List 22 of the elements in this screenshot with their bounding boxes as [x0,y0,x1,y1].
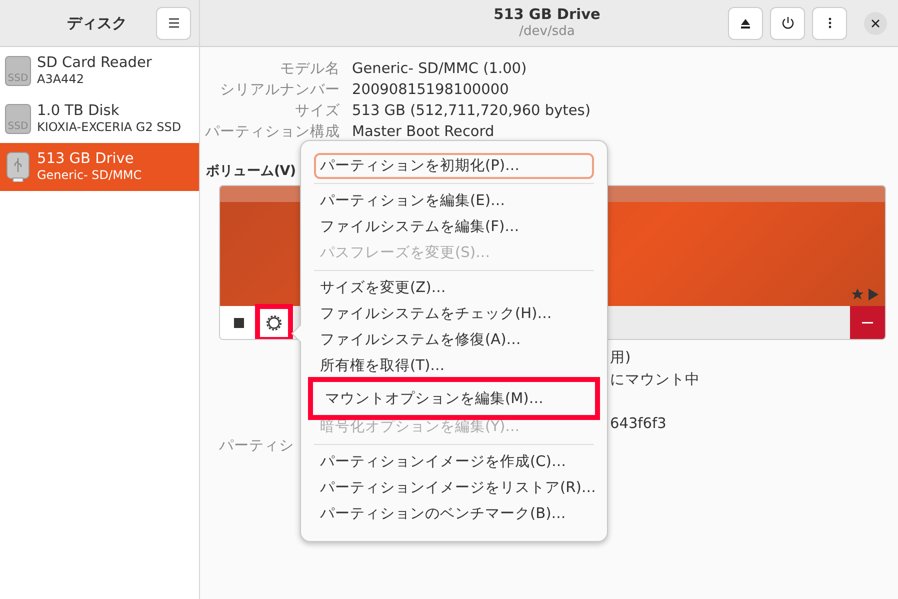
window-subtitle: /dev/sda [518,24,576,40]
info-value: 20090815198100000 [352,80,509,100]
info-label: パーティション構成 [204,122,340,142]
sidebar-title: ディスク [66,12,128,34]
info-label: サイズ [294,102,340,121]
info-value: Generic- SD/MMC (1.00) [352,60,527,79]
drive-model: KIOXIA-EXCERIA G2 SSD [37,120,182,135]
info-value: 643f6f3 [610,416,666,432]
drive-name: 513 GB Drive [37,151,135,168]
window-title: 513 GB Drive [492,6,602,24]
info-value: 用) [610,350,631,366]
info-value: 513 GB (512,711,720,960 bytes) [352,102,590,121]
info-value: Master Boot Record [352,122,494,142]
drive-name: SD Card Reader [37,55,152,72]
info-label: パーティシ [219,438,294,454]
info-label: シリアルナンバー [219,80,340,100]
info-value: にマウント中 [610,372,700,388]
volumes-heading: ボリューム(V) [206,162,296,181]
drive-name: 1.0 TB Disk [37,103,120,120]
info-label: モデル名 [279,60,340,79]
drive-model: Generic- SD/MMC [37,168,142,183]
drive-model: A3A442 [37,72,85,87]
